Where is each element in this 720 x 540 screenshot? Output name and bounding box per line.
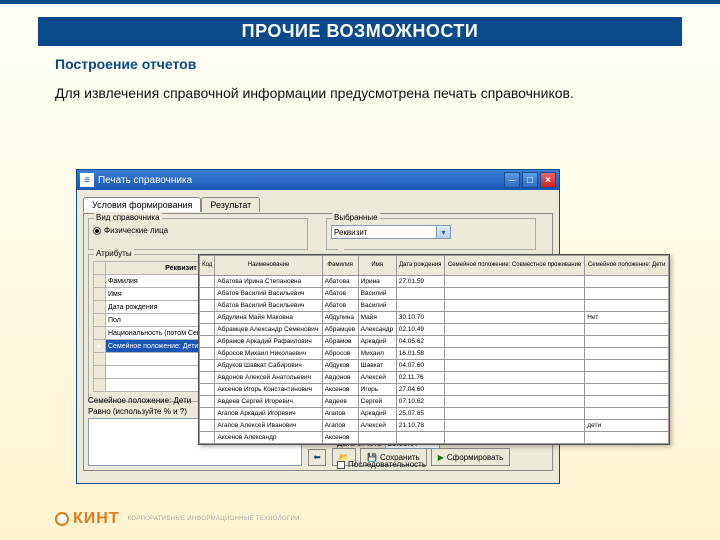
result-row[interactable]: Абатов Василий ВасильевичАбатовВасилий (200, 300, 669, 312)
reorder-legend: Выбранные (332, 213, 380, 222)
window-title: Печать справочника (98, 175, 192, 186)
logo-icon (55, 512, 69, 526)
maximize-button[interactable]: □ (522, 172, 538, 188)
result-row[interactable]: Аксенов Игорь КонстантиновичАксеновИгорь… (200, 384, 669, 396)
chart-type-legend: Вид справочника (94, 213, 162, 222)
close-button[interactable]: × (540, 172, 556, 188)
reorder-group: Выбранные Реквизит (326, 218, 536, 250)
result-row[interactable]: Абдуков Шавкат СабировичАбдуковШавкат04.… (200, 360, 669, 372)
attributes-legend: Атрибуты (94, 249, 134, 258)
result-row[interactable]: Агапов Аркадий ИгоревичАгаповАркадий25.0… (200, 408, 669, 420)
page-subtitle: Построение отчетов (55, 56, 720, 72)
result-row[interactable]: Авдеев Сергей ИгоревичАвдеевСергей07.10.… (200, 396, 669, 408)
radio-phys[interactable]: Физические лица (93, 226, 303, 235)
tab-bar: Условия формирования Результат (83, 196, 553, 211)
cond-remove-button[interactable]: ⬅ (308, 449, 326, 466)
result-row[interactable]: Агапов Алексей ИвановичАгаповАлексей21.1… (200, 420, 669, 432)
result-row[interactable]: Абросов Михаил НиколаевичАбросовМихаил16… (200, 348, 669, 360)
result-row[interactable]: Авдонов Алексей АнатольевичАвдоновАлексе… (200, 372, 669, 384)
tab-result[interactable]: Результат (201, 197, 260, 212)
result-grid[interactable]: КодНаименованиеФамилияИмяДата рожденияСе… (199, 255, 669, 444)
selected-dropdown[interactable]: Реквизит (331, 225, 451, 239)
result-row[interactable]: Абдулина Майя МаковнаАбдулинаМайя30.10.7… (200, 312, 669, 324)
tab-conditions[interactable]: Условия формирования (83, 197, 201, 212)
result-grid-overlay: КодНаименованиеФамилияИмяДата рожденияСе… (198, 254, 670, 445)
result-row[interactable]: Абрамов Аркадий РафаиловичАбрамовАркадий… (200, 336, 669, 348)
chart-type-group: Вид справочника Физические лица (88, 218, 308, 250)
page-description: Для извлечения справочной информации пре… (55, 84, 665, 103)
check-sequence[interactable]: Последовательность (337, 460, 543, 469)
result-row[interactable]: Абрамцев Александр СеменовичАбрамцевАлек… (200, 324, 669, 336)
minimize-button[interactable]: – (504, 172, 520, 188)
result-row[interactable]: Аксенов АлександрАксенов (200, 432, 669, 444)
result-row[interactable]: Абатов Василий ВасильевичАбатовВасилий (200, 288, 669, 300)
result-row[interactable]: Абатова Ирина СтепановнаАбатоваИрина27.0… (200, 276, 669, 288)
page-header: ПРОЧИЕ ВОЗМОЖНОСТИ (38, 17, 682, 46)
titlebar[interactable]: ≡ Печать справочника – □ × (77, 170, 559, 190)
brand-logo: КИНТ КОРПОРАТИВНЫЕ ИНФОРМАЦИОННЫЕ ТЕХНОЛ… (55, 510, 300, 528)
app-icon: ≡ (80, 173, 94, 187)
